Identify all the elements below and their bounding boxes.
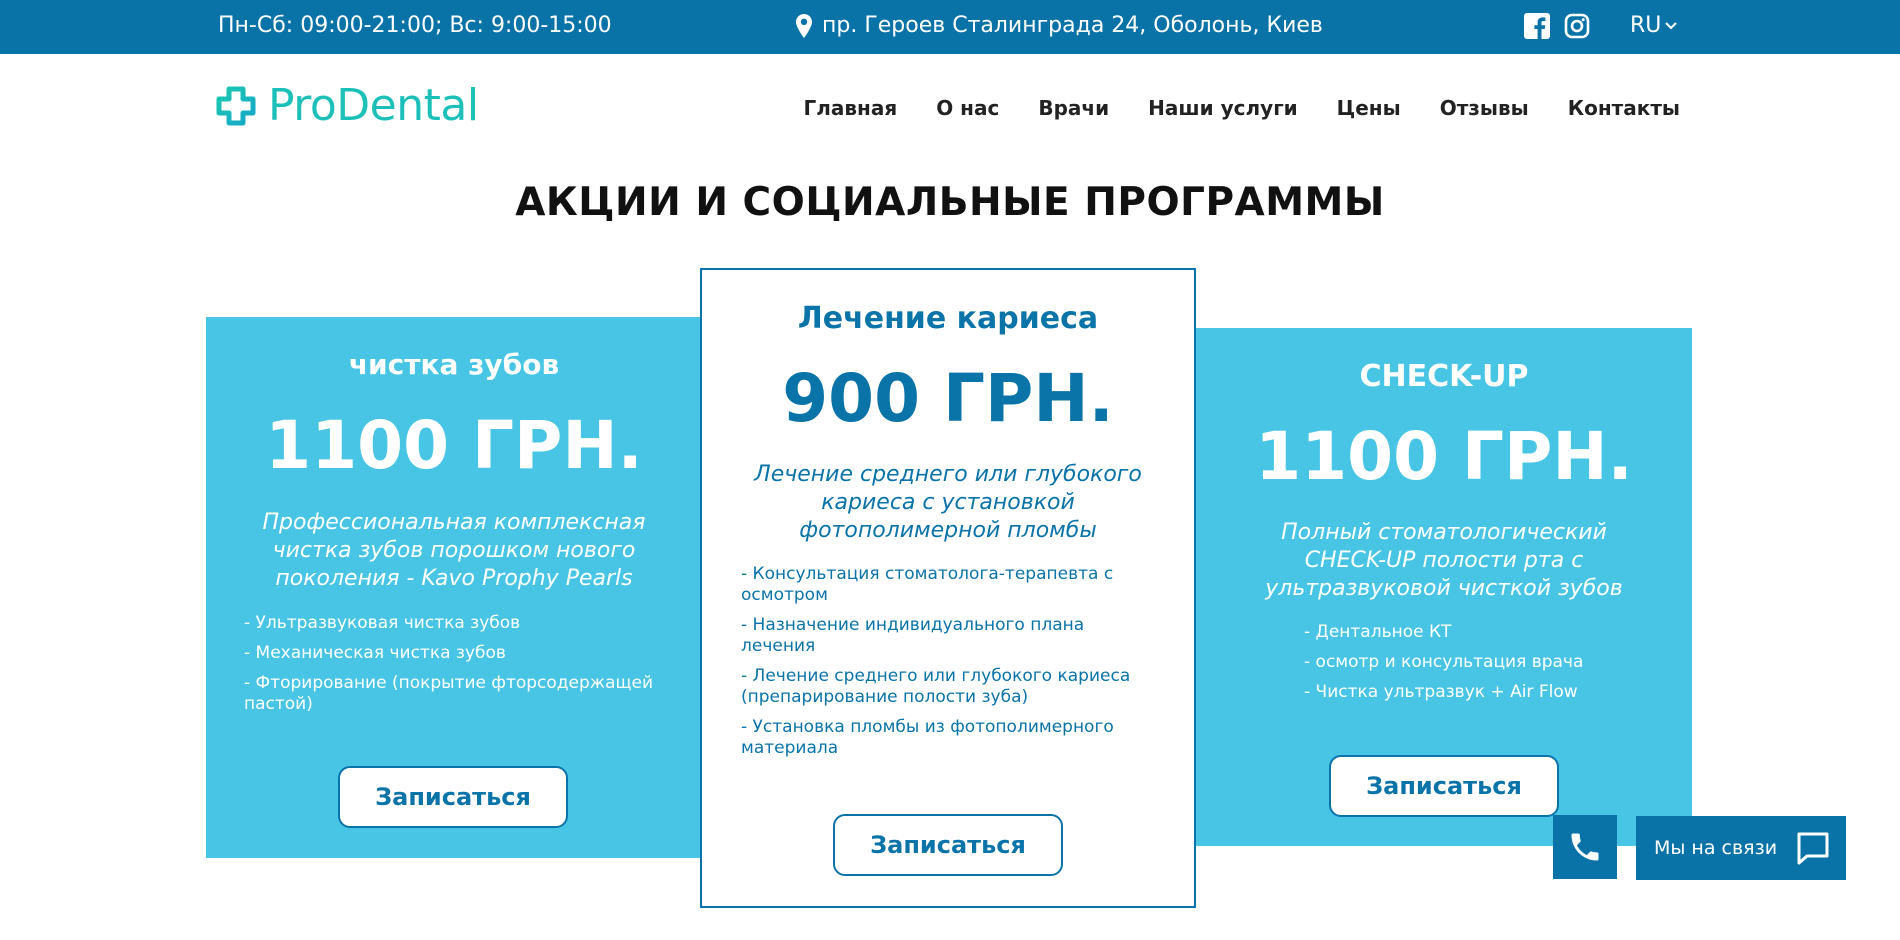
address[interactable]: пр. Героев Сталинграда 24, Оболонь, Киев — [796, 13, 1323, 38]
nav-item-home[interactable]: Главная — [804, 96, 898, 120]
card-title: чистка зубов — [348, 348, 560, 381]
card-description: Полный стоматологический CHECK-UP полост… — [1265, 520, 1623, 601]
card-features: - Ультразвуковая чистка зубов - Механиче… — [244, 613, 674, 724]
chevron-down-icon — [1665, 21, 1678, 29]
book-button[interactable]: Записаться — [1329, 755, 1559, 817]
list-item: - осмотр и консультация врача — [1304, 652, 1584, 672]
address-text: пр. Героев Сталинграда 24, Оболонь, Киев — [822, 13, 1323, 38]
facebook-icon[interactable] — [1524, 13, 1550, 39]
language-label: RU — [1630, 13, 1662, 38]
logo[interactable]: ProDental — [216, 80, 479, 131]
nav-item-reviews[interactable]: Отзывы — [1440, 96, 1529, 120]
list-item: - Назначение индивидуального плана лечен… — [741, 615, 1085, 656]
list-item: - Фторирование (покрытие фторсодержащей … — [244, 673, 654, 714]
nav-item-contacts[interactable]: Контакты — [1568, 96, 1680, 120]
card-price: 1100 ГРН. — [1255, 418, 1633, 495]
list-item: - Дентальное КТ — [1304, 622, 1452, 642]
top-bar: Пн-Сб: 09:00-21:00; Вс: 9:00-15:00 пр. Г… — [0, 0, 1900, 54]
chat-widget-button[interactable]: Мы на связи — [1636, 816, 1846, 880]
card-title: Лечение кариеса — [797, 301, 1099, 336]
instagram-icon[interactable] — [1564, 13, 1590, 39]
page-title: АКЦИИ И СОЦИАЛЬНЫЕ ПРОГРАММЫ — [515, 180, 1385, 225]
working-hours: Пн-Сб: 09:00-21:00; Вс: 9:00-15:00 — [218, 13, 612, 38]
chat-bubble-icon — [1797, 832, 1829, 865]
phone-icon — [1571, 833, 1599, 861]
list-item: - Лечение среднего или глубокого кариеса… — [741, 666, 1131, 707]
book-button[interactable]: Записаться — [338, 766, 568, 828]
list-item: - Установка пломбы из фотополимерного ма… — [741, 717, 1114, 758]
list-item: - Чистка ультразвук + Air Flow — [1304, 682, 1578, 702]
social-links — [1524, 13, 1590, 39]
nav-item-doctors[interactable]: Врачи — [1038, 96, 1109, 120]
card-title: CHECK-UP — [1359, 359, 1529, 394]
logo-text: ProDental — [268, 80, 479, 131]
list-item: - Механическая чистка зубов — [244, 643, 506, 663]
card-price: 900 ГРН. — [782, 360, 1114, 437]
call-button[interactable] — [1553, 815, 1617, 879]
language-selector[interactable]: RU — [1630, 13, 1678, 38]
nav-item-about[interactable]: О нас — [936, 96, 999, 120]
nav-item-services[interactable]: Наши услуги — [1148, 96, 1298, 120]
promo-card-checkup: CHECK-UP 1100 ГРН. Полный стоматологичес… — [1196, 328, 1692, 846]
list-item: - Ультразвуковая чистка зубов — [244, 613, 521, 633]
book-button[interactable]: Записаться — [833, 814, 1063, 876]
logo-cross-icon — [216, 86, 256, 125]
card-price: 1100 ГРН. — [265, 407, 643, 484]
promo-card-cleaning: чистка зубов 1100 ГРН. Профессиональная … — [206, 317, 702, 858]
promo-card-caries: Лечение кариеса 900 ГРН. Лечение среднег… — [700, 268, 1196, 908]
nav-item-prices[interactable]: Цены — [1337, 96, 1401, 120]
card-description: Профессиональная комплексная чистка зубо… — [262, 510, 646, 591]
card-description: Лечение среднего или глубокого кариеса с… — [754, 462, 1142, 543]
chat-label: Мы на связи — [1654, 837, 1778, 859]
list-item: - Консультация стоматолога-терапевта с о… — [741, 564, 1114, 605]
card-features: - Консультация стоматолога-терапевта с о… — [741, 564, 1161, 768]
card-features: - Дентальное КТ - осмотр и консультация … — [1304, 622, 1644, 712]
main-nav: Главная О нас Врачи Наши услуги Цены Отз… — [804, 96, 1680, 120]
location-pin-icon — [796, 13, 812, 38]
